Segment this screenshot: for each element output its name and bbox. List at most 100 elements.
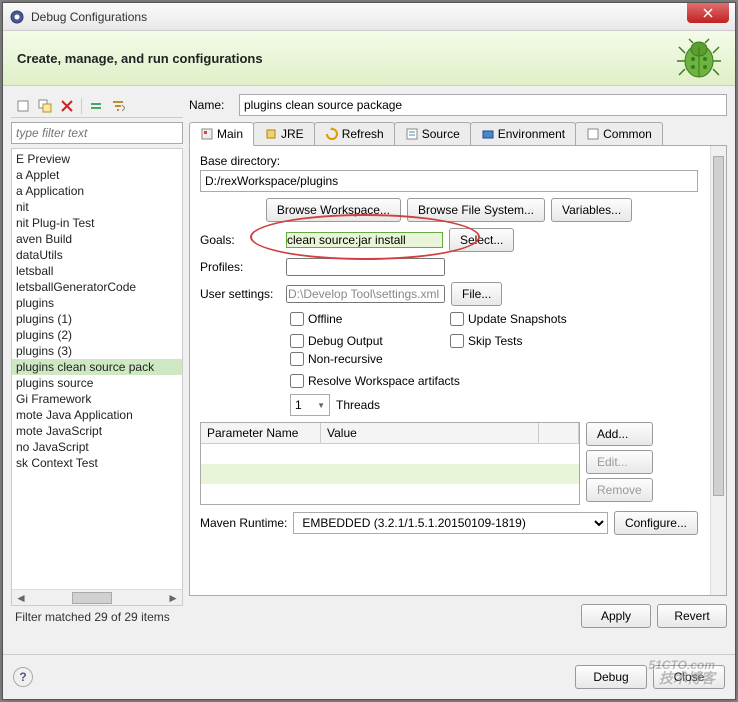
tab-refresh[interactable]: Refresh: [314, 122, 395, 145]
tab-source[interactable]: Source: [394, 122, 471, 145]
tree-item[interactable]: nit: [12, 199, 182, 215]
separator: [81, 98, 82, 114]
goals-input[interactable]: [286, 232, 443, 248]
tab-main[interactable]: Main: [189, 122, 254, 146]
apply-button[interactable]: Apply: [581, 604, 651, 628]
tab-common[interactable]: Common: [575, 122, 663, 145]
tree-item[interactable]: a Applet: [12, 167, 182, 183]
vertical-scrollbar[interactable]: [710, 146, 726, 595]
vscroll-thumb[interactable]: [713, 156, 724, 496]
environment-tab-icon: [481, 127, 495, 141]
left-toolbar: [11, 94, 183, 118]
filter-input[interactable]: [11, 122, 183, 144]
name-label: Name:: [189, 98, 239, 112]
param-add-button[interactable]: Add...: [586, 422, 653, 446]
tree-item[interactable]: sk Context Test: [12, 455, 182, 471]
tab-bar: Main JRE Refresh Source Environment Comm…: [189, 122, 727, 146]
tree-item[interactable]: mote Java Application: [12, 407, 182, 423]
skip-tests-checkbox[interactable]: [450, 334, 464, 348]
param-remove-button[interactable]: Remove: [586, 478, 653, 502]
common-tab-icon: [586, 127, 600, 141]
horizontal-scrollbar[interactable]: ◄ ►: [12, 589, 182, 605]
tree-item[interactable]: letsball: [12, 263, 182, 279]
name-input[interactable]: [239, 94, 727, 116]
base-dir-input[interactable]: [200, 170, 698, 192]
tree-item[interactable]: nit Plug-in Test: [12, 215, 182, 231]
non-recursive-checkbox[interactable]: [290, 352, 304, 366]
tree-item[interactable]: no JavaScript: [12, 439, 182, 455]
user-settings-input[interactable]: [286, 285, 445, 303]
tree-item[interactable]: Gi Framework: [12, 391, 182, 407]
tab-jre[interactable]: JRE: [253, 122, 315, 145]
tree-item[interactable]: plugins: [12, 295, 182, 311]
browse-workspace-button[interactable]: Browse Workspace...: [266, 198, 401, 222]
select-goals-button[interactable]: Select...: [449, 228, 514, 252]
jre-tab-icon: [264, 127, 278, 141]
name-row: Name:: [189, 94, 727, 116]
dialog-window: Debug Configurations Create, manage, and…: [2, 2, 736, 700]
duplicate-icon[interactable]: [35, 96, 55, 116]
tree-item[interactable]: plugins (3): [12, 343, 182, 359]
param-col-value: Value: [321, 423, 539, 443]
help-icon[interactable]: ?: [13, 667, 33, 687]
non-recursive-label: Non-recursive: [308, 352, 383, 366]
file-button[interactable]: File...: [451, 282, 502, 306]
left-pane: E Previewa Appleta Applicationnitnit Plu…: [11, 94, 183, 628]
parameter-table[interactable]: Parameter Name Value: [200, 422, 580, 505]
threads-spinner[interactable]: 1▼: [290, 394, 330, 416]
param-table-body: [201, 444, 579, 504]
resolve-workspace-checkbox[interactable]: [290, 374, 304, 388]
dialog-footer: ? Debug Close: [3, 654, 735, 699]
titlebar: Debug Configurations: [3, 3, 735, 31]
skip-tests-label: Skip Tests: [468, 334, 522, 348]
filter-menu-icon[interactable]: [108, 96, 128, 116]
profiles-input[interactable]: [286, 258, 445, 276]
tree-item[interactable]: E Preview: [12, 151, 182, 167]
collapse-all-icon[interactable]: [86, 96, 106, 116]
profiles-label: Profiles:: [200, 260, 280, 274]
delete-icon[interactable]: [57, 96, 77, 116]
tree-item[interactable]: plugins (2): [12, 327, 182, 343]
tree-item[interactable]: mote JavaScript: [12, 423, 182, 439]
header-banner: Create, manage, and run configurations: [3, 31, 735, 86]
refresh-tab-icon: [325, 127, 339, 141]
tree-item[interactable]: dataUtils: [12, 247, 182, 263]
goals-label: Goals:: [200, 233, 280, 247]
update-snapshots-label: Update Snapshots: [468, 312, 567, 326]
tree-item[interactable]: plugins (1): [12, 311, 182, 327]
tree-item[interactable]: aven Build: [12, 231, 182, 247]
dialog-body: E Previewa Appleta Applicationnitnit Plu…: [3, 86, 735, 636]
tree-item[interactable]: letsballGeneratorCode: [12, 279, 182, 295]
header-heading: Create, manage, and run configurations: [17, 51, 263, 66]
param-edit-button[interactable]: Edit...: [586, 450, 653, 474]
close-dialog-button[interactable]: Close: [653, 665, 725, 689]
threads-label: Threads: [336, 398, 380, 412]
window-title: Debug Configurations: [31, 10, 687, 24]
browse-filesystem-button[interactable]: Browse File System...: [407, 198, 545, 222]
debug-button[interactable]: Debug: [575, 665, 647, 689]
close-button[interactable]: [687, 3, 729, 23]
tree-item[interactable]: a Application: [12, 183, 182, 199]
variables-button[interactable]: Variables...: [551, 198, 632, 222]
scroll-thumb[interactable]: [72, 592, 112, 604]
base-dir-label: Base directory:: [200, 154, 698, 168]
app-icon: [9, 9, 25, 25]
update-snapshots-checkbox[interactable]: [450, 312, 464, 326]
tree-item[interactable]: plugins clean source pack: [12, 359, 182, 375]
main-tab-icon: [200, 127, 214, 141]
debug-output-label: Debug Output: [308, 334, 383, 348]
runtime-configure-button[interactable]: Configure...: [614, 511, 698, 535]
offline-checkbox[interactable]: [290, 312, 304, 326]
revert-button[interactable]: Revert: [657, 604, 727, 628]
param-col-empty: [539, 423, 579, 443]
tab-environment[interactable]: Environment: [470, 122, 576, 145]
debug-output-checkbox[interactable]: [290, 334, 304, 348]
filter-status: Filter matched 29 of 29 items: [11, 606, 183, 628]
bug-icon: [675, 37, 723, 84]
new-config-icon[interactable]: [13, 96, 33, 116]
config-tree[interactable]: E Previewa Appleta Applicationnitnit Plu…: [11, 148, 183, 606]
runtime-select[interactable]: EMBEDDED (3.2.1/1.5.1.20150109-1819): [293, 512, 608, 534]
tree-item[interactable]: plugins source: [12, 375, 182, 391]
right-pane: Name: Main JRE Refresh Source Environmen…: [189, 94, 727, 628]
resolve-workspace-label: Resolve Workspace artifacts: [308, 374, 460, 388]
